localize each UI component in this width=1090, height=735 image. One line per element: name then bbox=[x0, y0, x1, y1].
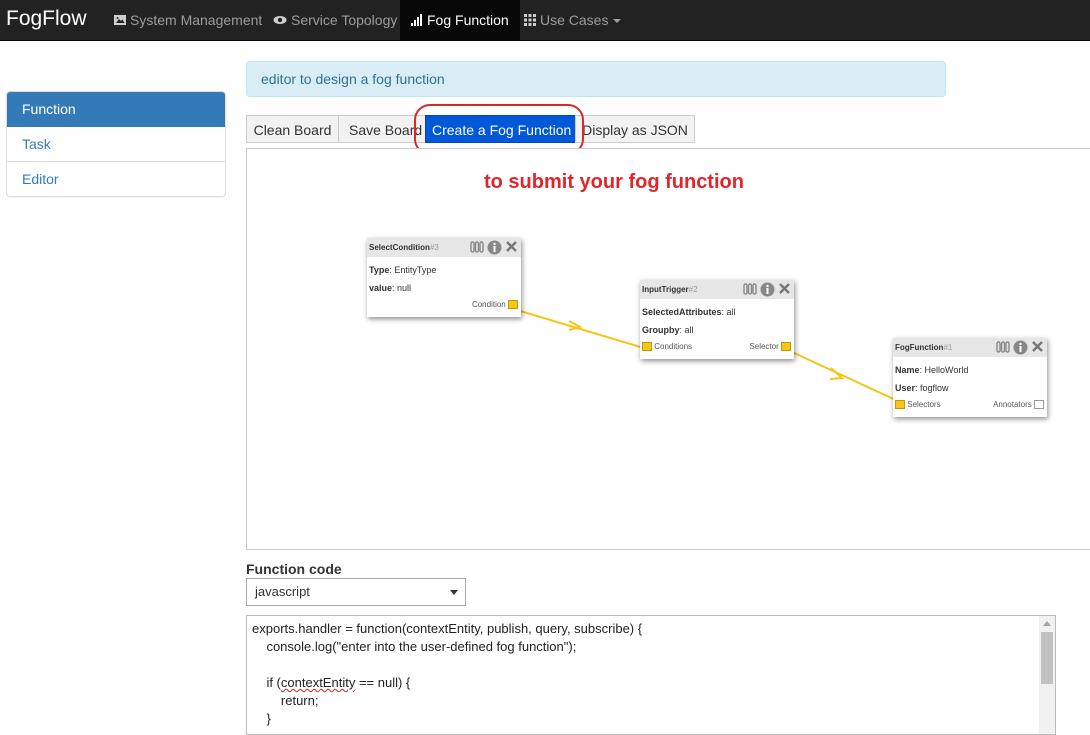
close-icon[interactable] bbox=[778, 282, 791, 295]
link-chain-icon[interactable] bbox=[995, 340, 1010, 354]
link-chain-icon[interactable] bbox=[469, 240, 484, 254]
node-select-condition[interactable]: SelectCondition#3 Type: EntityType value… bbox=[367, 238, 521, 317]
chevron-down-icon bbox=[613, 19, 622, 23]
chevron-down-icon bbox=[450, 590, 458, 595]
node-id: #1 bbox=[943, 343, 953, 352]
design-board[interactable]: to submit your fog function SelectCondit… bbox=[246, 148, 1090, 550]
clean-board-button[interactable]: Clean Board bbox=[246, 115, 339, 143]
link-chain-icon[interactable] bbox=[742, 282, 757, 296]
nav-system-management[interactable]: System Management bbox=[114, 0, 262, 40]
port-square[interactable] bbox=[781, 342, 791, 351]
brand-logo[interactable]: FogFlow bbox=[6, 7, 87, 31]
port-square[interactable] bbox=[895, 400, 905, 409]
node-header[interactable]: InputTrigger#2 bbox=[640, 280, 794, 299]
node-id: #3 bbox=[429, 243, 439, 252]
sidebar-item-function[interactable]: Function bbox=[7, 92, 225, 127]
port-label: Condition bbox=[471, 300, 506, 309]
node-title: SelectCondition bbox=[369, 243, 430, 252]
code-line: console.log("enter into the user-defined… bbox=[252, 639, 577, 654]
function-code-label: Function code bbox=[246, 561, 342, 577]
node-prop: SelectedAttributes: all bbox=[642, 307, 736, 317]
port-label: Annotators bbox=[993, 400, 1032, 409]
nav-label: Use Cases bbox=[540, 12, 609, 28]
info-icon[interactable] bbox=[487, 240, 502, 255]
sidebar-item-task[interactable]: Task bbox=[7, 127, 225, 162]
scroll-up-arrow-icon[interactable] bbox=[1043, 621, 1051, 626]
node-input-trigger[interactable]: InputTrigger#2 SelectedAttributes: all G… bbox=[640, 280, 794, 359]
eye-icon bbox=[273, 16, 287, 24]
code-line: if (contextEntity == null) { bbox=[252, 675, 411, 690]
port-conditions[interactable]: Conditions bbox=[642, 342, 692, 351]
code-line: } bbox=[252, 711, 271, 726]
top-navbar: FogFlow System Management Service Topolo… bbox=[0, 0, 1090, 41]
port-selectors[interactable]: Selectors bbox=[895, 400, 941, 409]
nav-use-cases[interactable]: Use Cases bbox=[524, 0, 622, 40]
nav-label: Service Topology bbox=[291, 12, 398, 28]
bar-chart-icon bbox=[411, 14, 422, 26]
port-label: Selector bbox=[749, 342, 779, 351]
info-banner: editor to design a fog function bbox=[246, 61, 946, 97]
port-selector[interactable]: Selector bbox=[749, 342, 791, 351]
wire-condition-to-conditions bbox=[516, 309, 648, 350]
node-prop: value: null bbox=[369, 283, 412, 293]
scrollbar-thumb[interactable] bbox=[1041, 632, 1053, 684]
port-condition[interactable]: Condition bbox=[472, 300, 518, 309]
nav-service-topology[interactable]: Service Topology bbox=[273, 0, 397, 40]
sidebar-item-editor[interactable]: Editor bbox=[7, 162, 225, 196]
port-square[interactable] bbox=[508, 300, 518, 309]
language-select[interactable]: javascript bbox=[246, 578, 466, 606]
display-json-button[interactable]: Display as JSON bbox=[575, 115, 695, 143]
node-id: #2 bbox=[688, 285, 698, 294]
port-square[interactable] bbox=[1034, 400, 1044, 409]
code-line: return; bbox=[252, 693, 319, 708]
sidebar-menu: Function Task Editor bbox=[6, 91, 226, 197]
node-title: InputTrigger bbox=[642, 285, 689, 294]
port-square[interactable] bbox=[642, 342, 652, 351]
node-fog-function[interactable]: FogFunction#1 Name: HelloWorld User: fog… bbox=[893, 338, 1047, 417]
nav-label: System Management bbox=[130, 12, 263, 28]
editor-scrollbar[interactable] bbox=[1039, 616, 1055, 734]
node-prop: Name: HelloWorld bbox=[895, 365, 969, 375]
node-title: FogFunction bbox=[895, 343, 944, 352]
node-prop: Type: EntityType bbox=[369, 265, 437, 275]
node-header[interactable]: SelectCondition#3 bbox=[367, 238, 521, 257]
wire-selector-to-selectors bbox=[791, 351, 901, 403]
node-header[interactable]: FogFunction#1 bbox=[893, 338, 1047, 357]
info-icon[interactable] bbox=[760, 282, 775, 297]
port-label: Selectors bbox=[907, 400, 941, 409]
close-icon[interactable] bbox=[1031, 340, 1044, 353]
language-selected-value: javascript bbox=[255, 584, 310, 599]
close-icon[interactable] bbox=[505, 240, 518, 253]
picture-icon bbox=[114, 15, 126, 25]
port-annotators[interactable]: Annotators bbox=[993, 400, 1044, 409]
node-prop: User: fogflow bbox=[895, 383, 949, 393]
spellcheck-word: contextEntity bbox=[280, 675, 356, 690]
node-prop: Groupby: all bbox=[642, 325, 694, 335]
annotation-text: to submit your fog function bbox=[484, 171, 744, 193]
port-label: Conditions bbox=[654, 342, 693, 351]
nav-fog-function[interactable]: Fog Function bbox=[400, 0, 520, 40]
code-editor[interactable]: exports.handler = function(contextEntity… bbox=[246, 615, 1056, 735]
nav-label: Fog Function bbox=[427, 12, 509, 28]
info-icon[interactable] bbox=[1013, 340, 1028, 355]
grid-icon bbox=[524, 14, 536, 26]
code-line: exports.handler = function(contextEntity… bbox=[252, 621, 643, 636]
save-board-button[interactable]: Save Board bbox=[338, 115, 426, 143]
